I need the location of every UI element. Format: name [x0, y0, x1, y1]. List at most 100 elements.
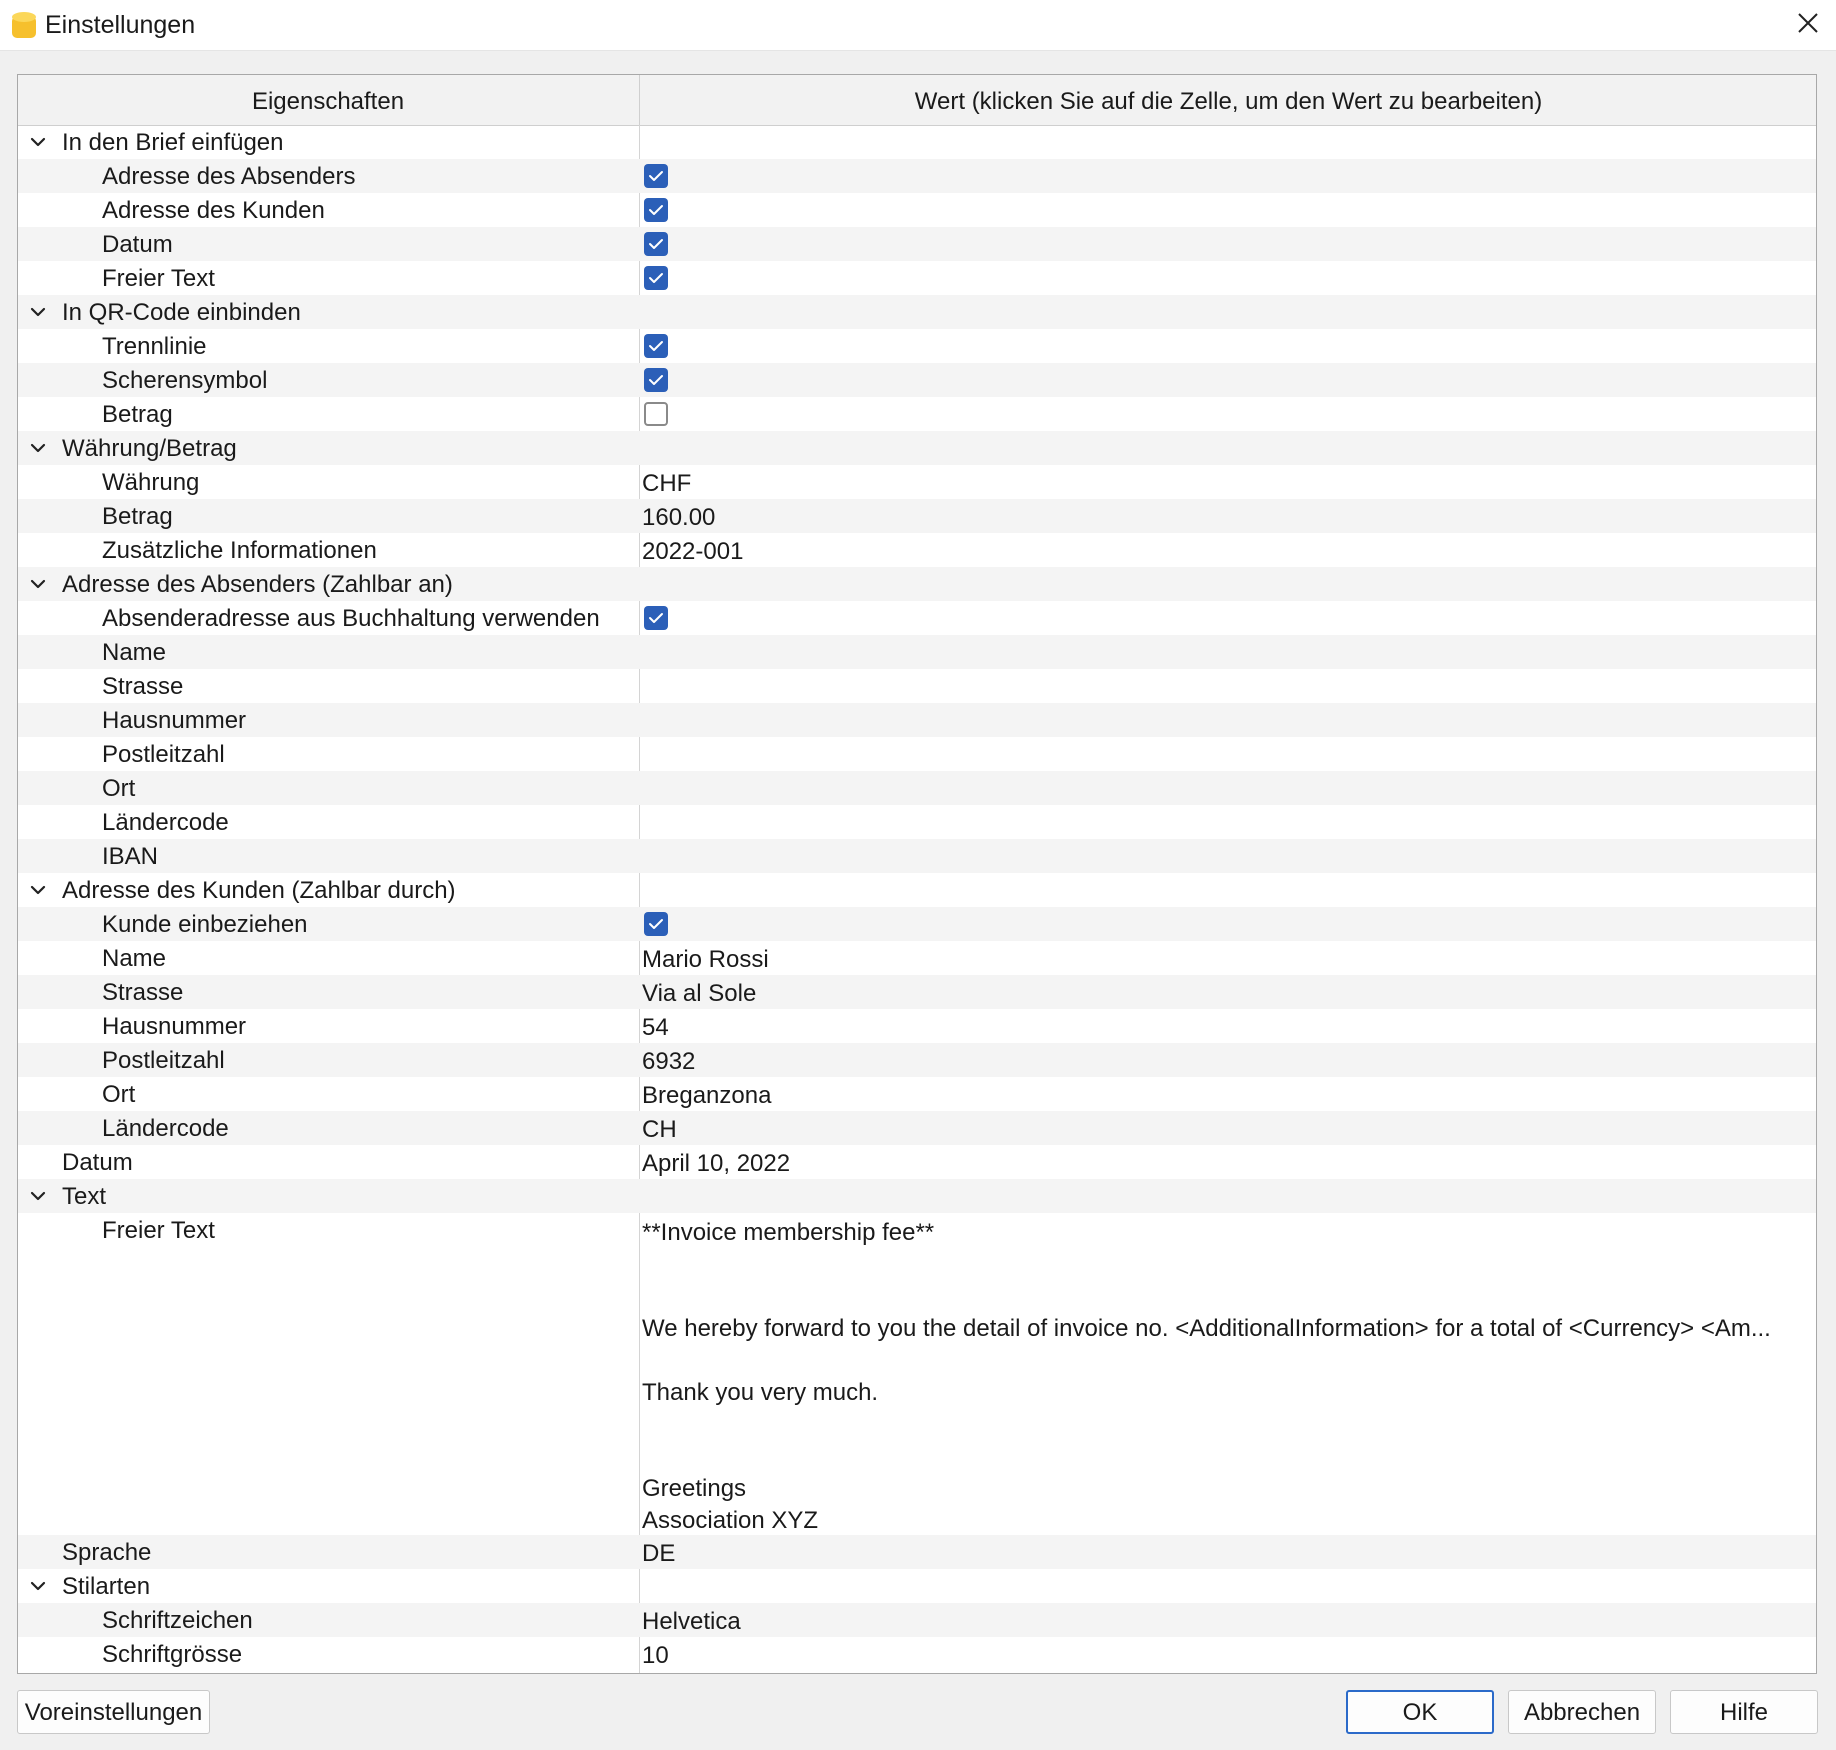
property-value[interactable]: Helvetica: [642, 1603, 741, 1637]
property-value[interactable]: 160.00: [642, 499, 715, 533]
property-row[interactable]: Freier Text **Invoice membership fee** We …: [18, 1213, 1816, 1535]
checkbox-checked[interactable]: [644, 606, 668, 630]
column-header-value[interactable]: Wert (klicken Sie auf die Zelle, um den …: [639, 75, 1816, 125]
property-row[interactable]: Trennlinie: [18, 329, 1816, 363]
property-row[interactable]: Kunde einbeziehen: [18, 907, 1816, 941]
group-row[interactable]: Stilarten: [18, 1569, 1816, 1603]
property-row[interactable]: Strasse: [18, 669, 1816, 703]
property-row[interactable]: Zusätzliche Informationen 2022-001: [18, 533, 1816, 567]
property-label: Hausnummer: [102, 1013, 247, 1040]
property-label: Ort: [102, 775, 136, 802]
property-label: IBAN: [102, 843, 159, 870]
free-text-line: [642, 1409, 1812, 1441]
chevron-down-icon[interactable]: [28, 881, 48, 899]
property-label: In den Brief einfügen: [62, 129, 284, 156]
cancel-button[interactable]: Abbrechen: [1508, 1690, 1656, 1734]
chevron-down-icon[interactable]: [28, 133, 48, 151]
property-value[interactable]: 54: [642, 1009, 669, 1043]
group-row[interactable]: Adresse des Kunden (Zahlbar durch): [18, 873, 1816, 907]
property-row[interactable]: Name: [18, 635, 1816, 669]
checkbox-checked[interactable]: [644, 164, 668, 188]
property-label: Schriftgrösse: [102, 1641, 243, 1668]
settings-dialog: Einstellungen Eigenschaften Wert (klicke…: [0, 0, 1836, 1750]
property-row[interactable]: Freier Text: [18, 261, 1816, 295]
property-label: Schriftzeichen: [102, 1607, 253, 1634]
free-text-line: Greetings: [642, 1475, 747, 1502]
property-row[interactable]: Währung CHF: [18, 465, 1816, 499]
property-row[interactable]: Name Mario Rossi: [18, 941, 1816, 975]
chevron-down-icon[interactable]: [28, 1577, 48, 1595]
property-value[interactable]: 10: [642, 1637, 669, 1671]
property-value[interactable]: DE: [642, 1535, 675, 1569]
property-label: Ländercode: [102, 809, 229, 836]
free-text-line: Association XYZ: [642, 1507, 819, 1534]
property-label: Sprache: [62, 1539, 152, 1566]
chevron-down-icon[interactable]: [28, 303, 48, 321]
checkbox-checked[interactable]: [644, 368, 668, 392]
property-row[interactable]: Absenderadresse aus Buchhaltung verwende…: [18, 601, 1816, 635]
free-text-line: [642, 1345, 1812, 1377]
checkbox-checked[interactable]: [644, 912, 668, 936]
property-row[interactable]: Schriftgrösse 10: [18, 1637, 1816, 1671]
group-row[interactable]: In den Brief einfügen: [18, 125, 1816, 159]
property-label: Freier Text: [102, 1217, 215, 1244]
defaults-button[interactable]: Voreinstellungen: [17, 1690, 210, 1734]
group-row[interactable]: Text: [18, 1179, 1816, 1213]
property-row[interactable]: Schriftzeichen Helvetica: [18, 1603, 1816, 1637]
property-row[interactable]: IBAN: [18, 839, 1816, 873]
property-value[interactable]: Mario Rossi: [642, 941, 769, 975]
checkbox-checked[interactable]: [644, 232, 668, 256]
property-value[interactable]: Via al Sole: [642, 975, 756, 1009]
property-label: In QR-Code einbinden: [62, 299, 301, 326]
free-text-value[interactable]: **Invoice membership fee** We hereby forw…: [642, 1217, 1812, 1537]
property-row[interactable]: Sprache DE: [18, 1535, 1816, 1569]
property-row[interactable]: Ort Breganzona: [18, 1077, 1816, 1111]
free-text-line: **Invoice membership fee**: [642, 1219, 935, 1246]
property-row[interactable]: Ländercode: [18, 805, 1816, 839]
group-row[interactable]: Währung/Betrag: [18, 431, 1816, 465]
property-row[interactable]: Adresse des Absenders: [18, 159, 1816, 193]
property-row[interactable]: Hausnummer: [18, 703, 1816, 737]
free-text-line: [642, 1249, 1812, 1281]
property-value[interactable]: CHF: [642, 465, 691, 499]
checkbox-checked[interactable]: [644, 198, 668, 222]
group-row[interactable]: Adresse des Absenders (Zahlbar an): [18, 567, 1816, 601]
property-value[interactable]: 6932: [642, 1043, 695, 1077]
property-row[interactable]: Betrag: [18, 397, 1816, 431]
property-label: Strasse: [102, 979, 184, 1006]
property-row[interactable]: Adresse des Kunden: [18, 193, 1816, 227]
property-value[interactable]: CH: [642, 1111, 677, 1145]
property-label: Stilarten: [62, 1573, 151, 1600]
property-row[interactable]: Datum: [18, 227, 1816, 261]
property-row[interactable]: Ort: [18, 771, 1816, 805]
property-label: Freier Text: [102, 265, 215, 292]
property-row[interactable]: Scherensymbol: [18, 363, 1816, 397]
property-label: Adresse des Kunden (Zahlbar durch): [62, 877, 456, 904]
property-value[interactable]: 2022-001: [642, 533, 743, 567]
checkbox-checked[interactable]: [644, 334, 668, 358]
property-row[interactable]: Postleitzahl 6932: [18, 1043, 1816, 1077]
window-title: Einstellungen: [45, 11, 196, 39]
property-label: Hausnummer: [102, 707, 247, 734]
property-row[interactable]: Postleitzahl: [18, 737, 1816, 771]
chevron-down-icon[interactable]: [28, 1187, 48, 1205]
property-row[interactable]: Hausnummer 54: [18, 1009, 1816, 1043]
title-bar: Einstellungen: [0, 0, 1836, 51]
group-row[interactable]: In QR-Code einbinden: [18, 295, 1816, 329]
checkbox-checked[interactable]: [644, 266, 668, 290]
property-row[interactable]: Datum April 10, 2022: [18, 1145, 1816, 1179]
close-button[interactable]: [1780, 0, 1836, 50]
column-header-properties[interactable]: Eigenschaften: [18, 75, 638, 125]
property-row[interactable]: Betrag 160.00: [18, 499, 1816, 533]
property-row[interactable]: Strasse Via al Sole: [18, 975, 1816, 1009]
help-button[interactable]: Hilfe: [1670, 1690, 1818, 1734]
chevron-down-icon[interactable]: [28, 439, 48, 457]
chevron-down-icon[interactable]: [28, 575, 48, 593]
property-value[interactable]: April 10, 2022: [642, 1145, 790, 1179]
checkbox-unchecked[interactable]: [644, 402, 668, 426]
grid-rows: In den Brief einfügen Adresse des Absende…: [18, 125, 1816, 1671]
property-row[interactable]: Ländercode CH: [18, 1111, 1816, 1145]
property-value[interactable]: Breganzona: [642, 1077, 771, 1111]
property-label: Ländercode: [102, 1115, 229, 1142]
ok-button[interactable]: OK: [1346, 1690, 1494, 1734]
